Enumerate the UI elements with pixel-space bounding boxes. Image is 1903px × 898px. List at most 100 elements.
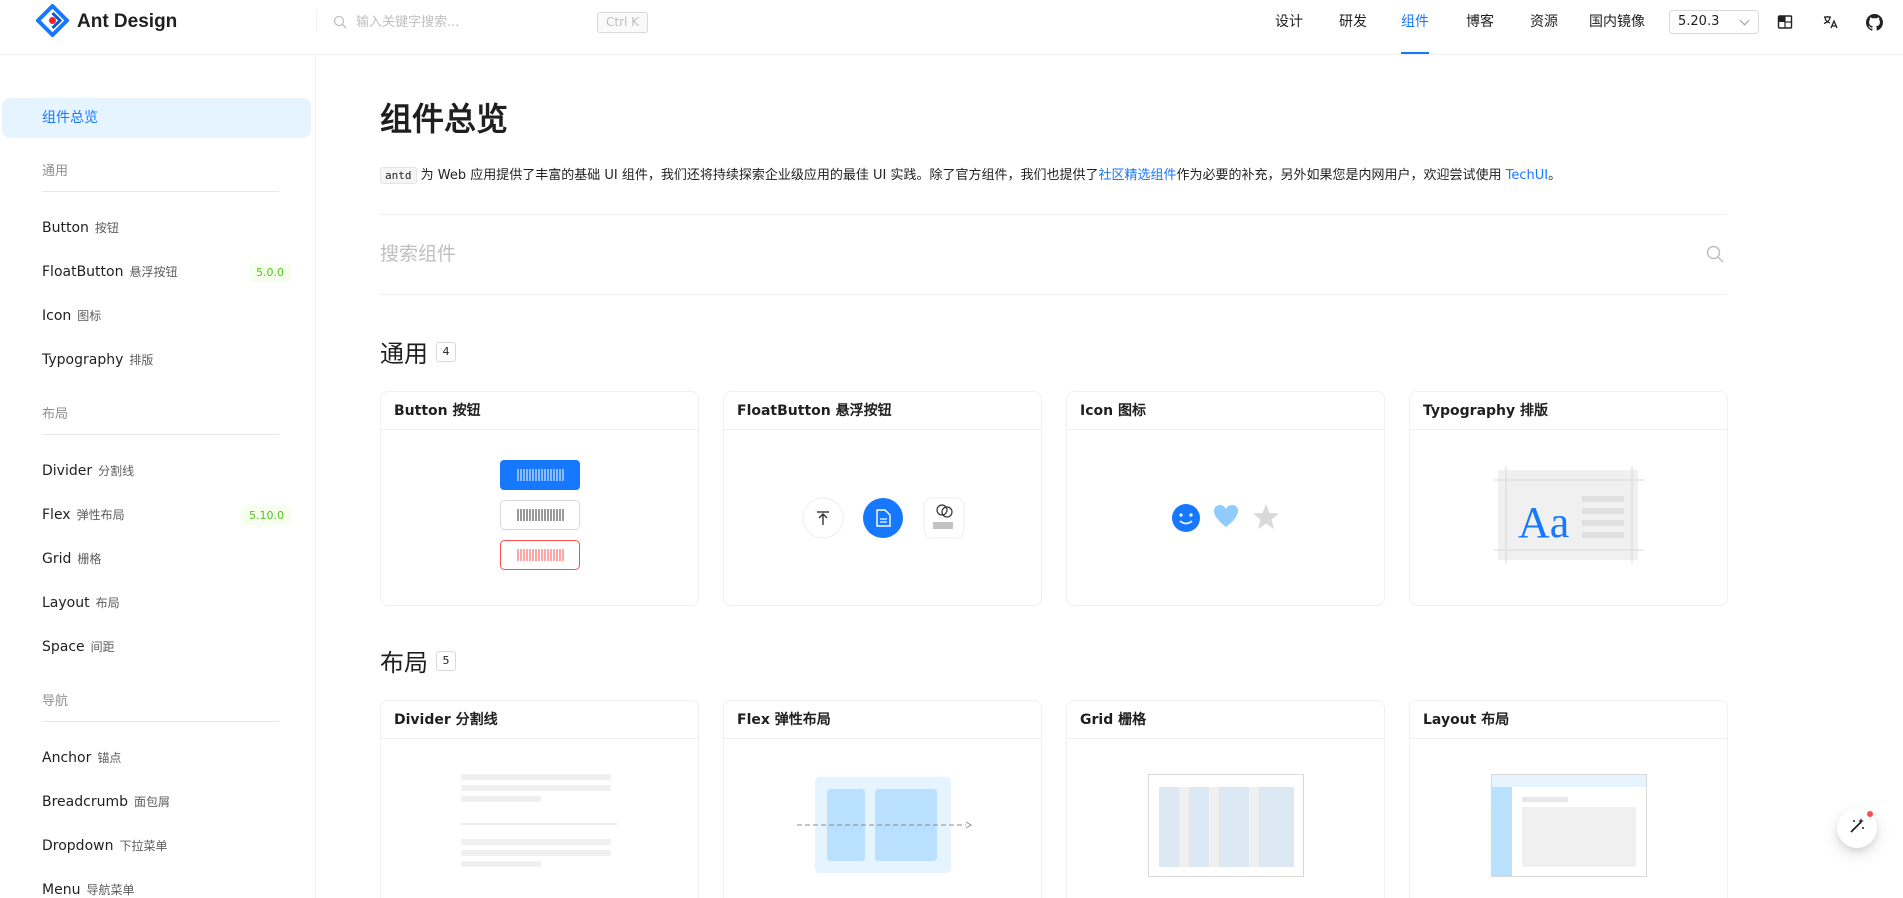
component-search-input[interactable] [380,240,1680,268]
sidebar-item-typography[interactable]: Typography 排版 [2,340,311,380]
component-card-button[interactable]: Button 按钮 [380,391,699,606]
sidebar-item-layout[interactable]: Layout 布局 [2,583,311,623]
logo[interactable]: Ant Design [36,3,178,41]
card-title: Divider 分割线 [381,701,698,739]
sidebar-item-label: Layout [42,595,90,611]
techui-link[interactable]: TechUI [1506,168,1548,183]
sidebar-group-layout: 布局 [42,395,279,435]
github-icon[interactable] [1864,12,1884,32]
sidebar-item-label: Space [42,639,85,655]
sidebar-item-sublabel: 锚点 [97,751,122,765]
button-preview-illustration [500,460,580,570]
divider [380,294,1727,295]
section-count-badge: 4 [436,341,456,362]
nav-design[interactable]: 设计 [1275,0,1303,54]
sidebar-item-dropdown[interactable]: Dropdown 下拉菜单 [2,826,311,866]
sidebar-item-icon[interactable]: Icon 图标 [2,296,311,336]
search-icon[interactable] [1706,245,1724,267]
section-title-text: 通用 [380,340,428,368]
component-card-floatbutton[interactable]: FloatButton 悬浮按钮 [723,391,1042,606]
card-title: Grid 栅格 [1067,701,1384,739]
layout-preview-illustration [1491,774,1647,877]
section-count-badge: 5 [436,650,456,671]
component-card-grid[interactable]: Grid 栅格 [1066,700,1385,898]
sidebar-item-sublabel: 图标 [77,309,102,323]
card-preview [724,430,1041,605]
sidebar-item-flex[interactable]: Flex 弹性布局 5.10.0 [2,495,311,535]
nav-mirror[interactable]: 国内镜像 [1589,0,1645,54]
card-title: Layout 布局 [1410,701,1727,739]
intro-text: 作为必要的补充，另外如果您是内网用户，欢迎尝试使用 [1176,168,1506,183]
sidebar-item-label: Button [42,220,89,236]
nav-components[interactable]: 组件 [1401,0,1429,54]
sidebar-item-sublabel: 排版 [129,353,154,367]
nav-resources[interactable]: 资源 [1530,0,1558,54]
intro-paragraph: antd 为 Web 应用提供了丰富的基础 UI 组件，我们还将持续探索企业级应… [380,165,1760,187]
sidebar-item-sublabel: 布局 [95,596,120,610]
section-title-layout: 布局 5 [380,643,456,678]
sidebar-item-sublabel: 悬浮按钮 [129,265,178,279]
card-preview [381,430,698,605]
component-card-icon[interactable]: Icon 图标 [1066,391,1385,606]
sidebar-item-label: Typography [42,352,124,368]
magic-wand-icon [1848,817,1866,839]
main-content: 组件总览 antd 为 Web 应用提供了丰富的基础 UI 组件，我们还将持续探… [316,56,1903,898]
header-divider [316,10,317,32]
ant-design-logo-icon [36,3,69,41]
sidebar-group-general: 通用 [42,152,279,192]
sidebar-item-button[interactable]: Button 按钮 [2,208,311,248]
sidebar-item-anchor[interactable]: Anchor 锚点 [2,738,311,778]
card-title: Flex 弹性布局 [724,701,1041,739]
sidebar-item-label: Anchor [42,750,92,766]
card-preview [1410,739,1727,898]
sidebar-item-sublabel: 按钮 [94,221,119,235]
version-tag: 5.0.0 [249,263,291,282]
sidebar-item-grid[interactable]: Grid 栅格 [2,539,311,579]
card-title: Icon 图标 [1067,392,1384,430]
sidebar-group-navigation: 导航 [42,682,279,722]
typography-preview-illustration: Aa [1494,466,1644,564]
sidebar-item-label: FloatButton [42,264,124,280]
divider-preview-illustration [461,774,617,867]
sidebar-item-sublabel: 栅格 [77,552,102,566]
page-title: 组件总览 [380,100,509,138]
component-card-divider[interactable]: Divider 分割线 [380,700,699,898]
sidebar-item-space[interactable]: Space 间距 [2,627,311,667]
section-title-general: 通用 4 [380,334,456,369]
card-preview [1067,430,1384,605]
search-icon [333,15,347,33]
sidebar-item-floatbutton[interactable]: FloatButton 悬浮按钮 5.0.0 [2,252,311,292]
global-search-input[interactable] [356,11,576,33]
sidebar-item-label: Breadcrumb [42,794,128,810]
intro-text: 。 [1548,168,1562,183]
component-card-layout[interactable]: Layout 布局 [1409,700,1728,898]
sidebar-item-label: Dropdown [42,838,114,854]
intro-code: antd [380,167,417,184]
logo-text: Ant Design [77,11,178,32]
nav-blog[interactable]: 博客 [1466,0,1494,54]
card-preview [724,739,1041,898]
component-card-flex[interactable]: Flex 弹性布局 [723,700,1042,898]
card-preview [1067,739,1384,898]
float-action-button[interactable] [1837,808,1877,848]
sidebar-item-divider[interactable]: Divider 分割线 [2,451,311,491]
card-title: Button 按钮 [381,392,698,430]
sidebar-item-label: Icon [42,308,72,324]
theme-icon[interactable] [1775,12,1795,32]
sidebar-item-menu[interactable]: Menu 导航菜单 [2,870,311,898]
sidebar-item-sublabel: 下拉菜单 [119,839,168,853]
version-select[interactable]: 5.20.3 [1669,10,1759,34]
card-title: FloatButton 悬浮按钮 [724,392,1041,430]
community-components-link[interactable]: 社区精选组件 [1098,168,1176,183]
sidebar-item-label: Grid [42,551,72,567]
grid-preview-illustration [1148,774,1304,877]
nav-development[interactable]: 研发 [1339,0,1367,54]
sidebar-item-overview[interactable]: 组件总览 [2,98,311,138]
sidebar-item-breadcrumb[interactable]: Breadcrumb 面包屑 [2,782,311,822]
flex-preview-illustration [797,777,972,873]
language-icon[interactable] [1820,12,1840,32]
notification-dot [1867,811,1873,817]
component-card-typography[interactable]: Typography 排版 Aa [1409,391,1728,606]
version-value: 5.20.3 [1678,14,1720,29]
sidebar-item-sublabel: 导航菜单 [86,883,135,897]
